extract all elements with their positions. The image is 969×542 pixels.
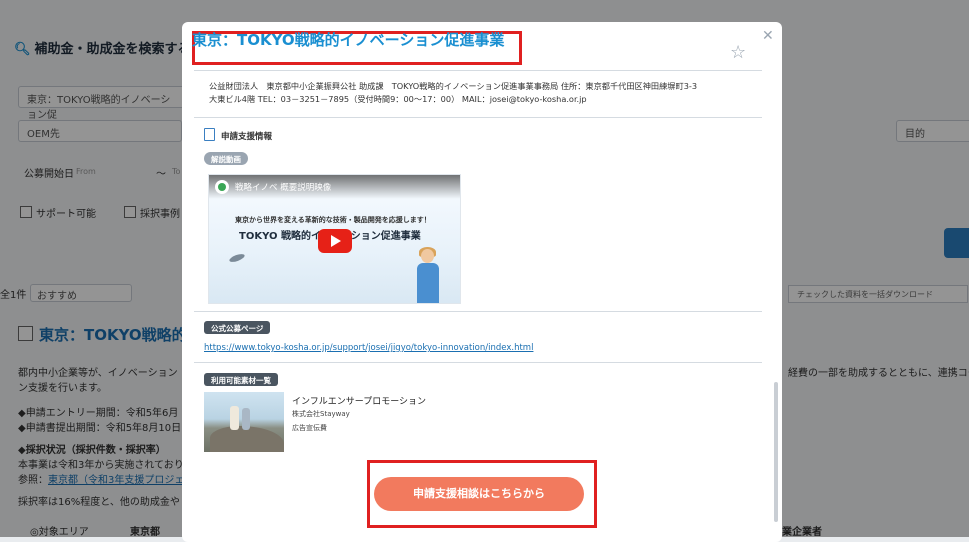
materials-label: 利用可能素材一覧 [204, 373, 278, 386]
scrollbar[interactable] [774, 382, 778, 522]
thumbnail-figure [230, 406, 239, 430]
material-category: 広告宣伝費 [292, 424, 327, 432]
divider [194, 362, 762, 363]
consultation-button[interactable]: 申請支援相談はこちらから [374, 477, 584, 511]
video-subtitle: 東京から世界を変える革新的な技術・製品開発を応援します！ [235, 216, 431, 224]
subsidy-detail-modal: 東京：TOKYO戦略的イノベーション促進事業 ☆ ✕ 公益財団法人 東京都中小企… [182, 22, 782, 542]
video-label: 解説動画 [204, 152, 248, 165]
favorite-star-icon[interactable]: ☆ [730, 42, 746, 63]
material-name[interactable]: インフルエンサープロモーション [292, 394, 426, 407]
channel-logo-icon [215, 180, 229, 194]
person-body [417, 263, 439, 303]
divider [194, 70, 762, 71]
person-illustration [417, 247, 439, 303]
document-icon [204, 128, 215, 141]
decoration-icon [228, 252, 246, 264]
video-player[interactable]: 戦略イノベ 概要説明映像 東京から世界を変える革新的な技術・製品開発を応援します… [208, 174, 461, 304]
close-icon[interactable]: ✕ [762, 28, 774, 44]
thumbnail-figure [242, 408, 250, 430]
material-company: 株式会社Stayway [292, 410, 350, 418]
divider [194, 117, 762, 118]
contact-info: 公益財団法人 東京都中小企業振興公社 助成課 TOKYO戦略的イノベーション促進… [209, 80, 697, 106]
modal-title: 東京：TOKYO戦略的イノベーション促進事業 [192, 31, 505, 49]
divider [194, 311, 762, 312]
person-head [421, 249, 434, 263]
section-header: 申請支援情報 [204, 128, 272, 142]
play-button-icon[interactable] [318, 229, 352, 253]
contact-info-line2: 大東ビル4階 TEL：03－3251－7895（受付時間9：00〜17：00） … [209, 94, 587, 104]
material-thumbnail[interactable] [204, 392, 284, 452]
video-title: 戦略イノベ 概要説明映像 [235, 183, 332, 193]
contact-info-line1: 公益財団法人 東京都中小企業振興公社 助成課 TOKYO戦略的イノベーション促進… [209, 81, 698, 91]
official-page-link[interactable]: https://www.tokyo-kosha.or.jp/support/jo… [204, 343, 533, 353]
official-page-label: 公式公募ページ [204, 321, 271, 334]
